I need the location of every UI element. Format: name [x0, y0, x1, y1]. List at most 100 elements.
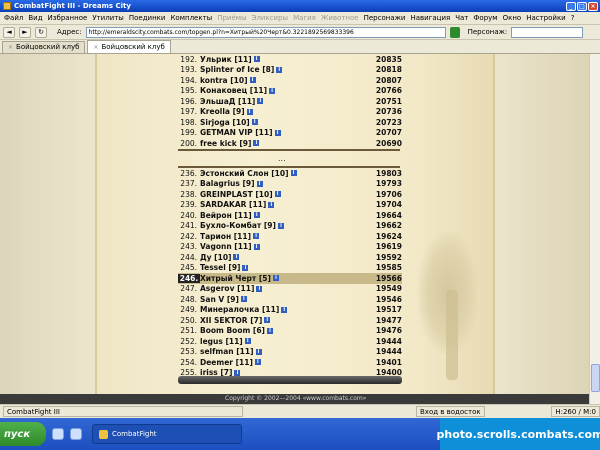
player-name-link[interactable]: Тарион [11] i	[200, 232, 362, 241]
forward-button[interactable]: ►	[19, 26, 31, 38]
menu-favorites[interactable]: Избранное	[48, 14, 88, 22]
menu-file[interactable]: Файл	[4, 14, 23, 22]
info-icon[interactable]: i	[274, 129, 281, 136]
info-icon[interactable]: i	[253, 56, 260, 63]
player-name-link[interactable]: Конаковец [11] i	[200, 86, 362, 95]
info-icon[interactable]: i	[256, 180, 263, 187]
footer-band: Copyright © 2002—2004 «www.combats.com»	[0, 394, 589, 404]
info-icon[interactable]: i	[272, 275, 279, 282]
player-name-link[interactable]: Бухло-Комбат [9] i	[200, 221, 362, 230]
quick-launch-icon[interactable]	[70, 428, 82, 440]
ranking-row: 239. SARDAKAR [11] i 19704	[178, 200, 402, 211]
player-name-link[interactable]: Ульрик [11] i	[200, 55, 362, 64]
player-name-link[interactable]: Tessel [9] i	[200, 263, 362, 272]
menu-help[interactable]: ?	[571, 14, 575, 22]
info-icon[interactable]: i	[253, 140, 260, 147]
start-button[interactable]: пуск	[0, 422, 46, 446]
info-icon[interactable]: i	[249, 77, 256, 84]
minimize-button[interactable]: _	[566, 1, 576, 11]
menu-magic[interactable]: Магия	[293, 14, 316, 22]
menu-pet[interactable]: Животное	[321, 14, 359, 22]
info-icon[interactable]: i	[281, 306, 288, 313]
player-name-link[interactable]: GREINPLAST [10] i	[200, 190, 362, 199]
info-icon[interactable]: i	[253, 233, 260, 240]
player-name-link[interactable]: Balagrius [9] i	[200, 179, 362, 188]
menu-view[interactable]: Вид	[28, 14, 42, 22]
player-name-link[interactable]: Vagonn [11] i	[200, 242, 362, 251]
menu-sets[interactable]: Комплекты	[170, 14, 212, 22]
player-name-link[interactable]: Ду [10] i	[200, 253, 362, 262]
quick-launch-icon[interactable]	[52, 428, 64, 440]
tab-club-1[interactable]: × Бойцовский клуб	[2, 41, 86, 53]
player-name: Вейрон [11]	[200, 210, 252, 220]
info-icon[interactable]: i	[253, 243, 260, 250]
player-name-link[interactable]: legus [11] i	[200, 337, 362, 346]
info-icon[interactable]: i	[266, 327, 273, 334]
info-icon[interactable]: i	[254, 359, 261, 366]
menu-window[interactable]: Окно	[503, 14, 522, 22]
player-name-link[interactable]: Asgerov [11] i	[200, 284, 362, 293]
player-name-link[interactable]: Эстонский Слон [10] i	[200, 169, 362, 178]
scroll-thumb[interactable]	[591, 364, 600, 392]
refresh-button[interactable]: ↻	[35, 26, 47, 38]
menu-utilities[interactable]: Утилиты	[92, 14, 124, 22]
player-name: Хитрый Черт [5]	[200, 273, 271, 283]
maximize-button[interactable]: □	[577, 1, 587, 11]
player-name-link[interactable]: SARDAKAR [11] i	[200, 200, 362, 209]
menu-chat[interactable]: Чат	[455, 14, 468, 22]
info-icon[interactable]: i	[253, 212, 260, 219]
menu-elixirs[interactable]: Эликсиры	[252, 14, 289, 22]
vertical-scrollbar[interactable]	[589, 54, 600, 404]
persona-select[interactable]	[511, 26, 584, 38]
player-name-link[interactable]: Sirjoga [10] i	[200, 118, 362, 127]
info-icon[interactable]: i	[269, 87, 276, 94]
menu-duels[interactable]: Поединки	[129, 14, 166, 22]
info-icon[interactable]: i	[233, 254, 240, 261]
info-icon[interactable]: i	[242, 264, 249, 271]
tab-club-2[interactable]: × Бойцовский клуб	[87, 40, 171, 53]
player-name-link[interactable]: free kick [9] i	[200, 139, 362, 148]
menu-characters[interactable]: Персонажи	[364, 14, 406, 22]
info-icon[interactable]: i	[277, 222, 284, 229]
back-button[interactable]: ◄	[3, 26, 15, 38]
info-icon[interactable]: i	[240, 296, 247, 303]
rank-score: 20751	[375, 96, 402, 106]
close-tab-icon[interactable]: ×	[8, 42, 13, 53]
info-icon[interactable]: i	[268, 201, 275, 208]
info-icon[interactable]: i	[255, 348, 262, 355]
player-name-link[interactable]: San V [9] i	[200, 295, 362, 304]
close-tab-icon[interactable]: ×	[93, 42, 98, 53]
player-name-link[interactable]: Deemer [11] i	[200, 358, 362, 367]
player-name-link[interactable]: Kreolla [9] i	[200, 107, 362, 116]
address-input[interactable]: http://emeraldscity.combats.com/topgen.p…	[85, 26, 446, 38]
go-button[interactable]	[449, 26, 460, 38]
taskbar-item-combatfight[interactable]: CombatFight	[92, 424, 242, 444]
player-name-link[interactable]: selfman [11] i	[200, 347, 362, 356]
player-name-link[interactable]: Вейрон [11] i	[200, 211, 362, 220]
info-icon[interactable]: i	[264, 317, 271, 324]
info-icon[interactable]: i	[246, 108, 253, 115]
menu-techniques[interactable]: Приёмы	[217, 14, 246, 22]
info-icon[interactable]: i	[274, 191, 281, 198]
player-name-link[interactable]: GETMAN VIP [11] i	[200, 128, 362, 137]
player-name-link[interactable]: XII SEKTOR [7] i	[200, 316, 362, 325]
page-left-margin	[0, 54, 95, 404]
info-icon[interactable]: i	[244, 338, 251, 345]
player-name-link[interactable]: Boom Boom [6] i	[200, 326, 362, 335]
persona-label: Персонаж:	[467, 28, 508, 36]
player-name-link[interactable]: ЭльшаД [11] i	[200, 97, 362, 106]
player-name-link[interactable]: kontra [10] i	[200, 76, 362, 85]
player-name-link[interactable]: Хитрый Черт [5] i	[200, 274, 362, 283]
close-button[interactable]: ×	[588, 1, 598, 11]
info-icon[interactable]: i	[290, 170, 297, 177]
info-icon[interactable]: i	[276, 66, 283, 73]
player-name-link[interactable]: Минералочка [11] i	[200, 305, 362, 314]
menu-forum[interactable]: Форум	[473, 14, 497, 22]
info-icon[interactable]: i	[256, 285, 263, 292]
menu-settings[interactable]: Настройки	[526, 14, 566, 22]
info-icon[interactable]: i	[251, 119, 258, 126]
info-icon[interactable]: i	[257, 98, 264, 105]
info-icon[interactable]: i	[234, 369, 241, 376]
player-name-link[interactable]: Splinter of Ice [8] i	[200, 65, 362, 74]
menu-navigation[interactable]: Навигация	[410, 14, 450, 22]
